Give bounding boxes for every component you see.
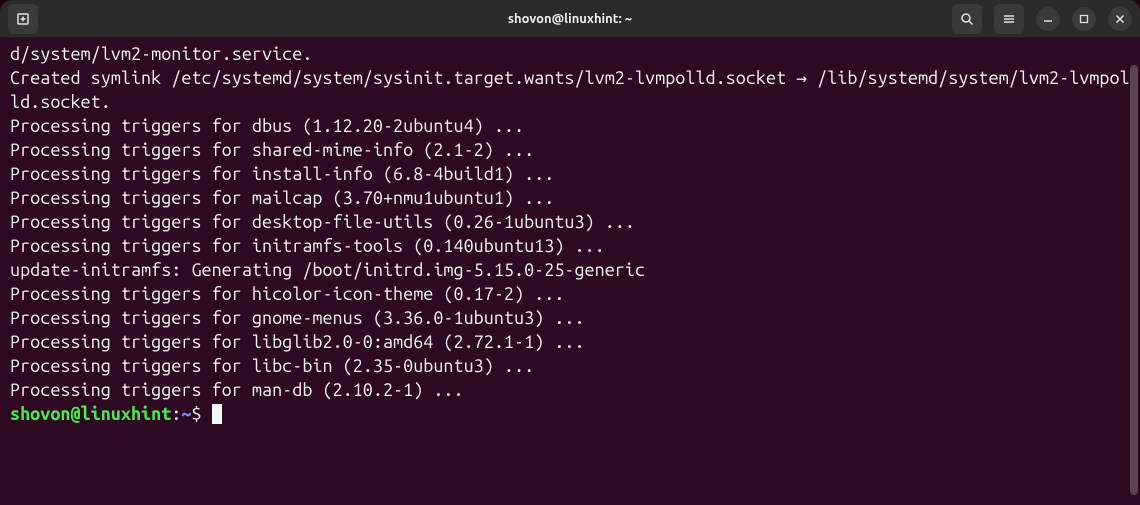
terminal-output[interactable]: d/system/lvm2-monitor.service. Created s… [0, 38, 1140, 505]
prompt-separator: : [171, 404, 181, 424]
new-tab-button[interactable] [8, 4, 38, 34]
maximize-icon [1079, 14, 1089, 24]
terminal-cursor [212, 404, 222, 424]
close-button[interactable] [1108, 7, 1132, 31]
terminal-line: Processing triggers for install-info (6.… [10, 164, 554, 184]
new-tab-icon [15, 11, 31, 27]
titlebar: shovon@linuxhint: ~ [0, 0, 1140, 38]
terminal-line: Processing triggers for initramfs-tools … [10, 236, 605, 256]
terminal-line: Processing triggers for hicolor-icon-the… [10, 284, 564, 304]
terminal-window: shovon@linuxhint: ~ [0, 0, 1140, 505]
titlebar-right [932, 4, 1132, 34]
terminal-line: Processing triggers for mailcap (3.70+nm… [10, 188, 554, 208]
terminal-line: Processing triggers for libc-bin (2.35-0… [10, 356, 534, 376]
minimize-button[interactable] [1036, 7, 1060, 31]
maximize-button[interactable] [1072, 7, 1096, 31]
close-icon [1115, 14, 1125, 24]
terminal-line: Processing triggers for dbus (1.12.20-2u… [10, 116, 524, 136]
minimize-icon [1043, 14, 1053, 24]
terminal-line: Processing triggers for man-db (2.10.2-1… [10, 380, 464, 400]
prompt-path: ~ [181, 404, 191, 424]
scrollbar[interactable] [1128, 78, 1138, 495]
terminal-line: Processing triggers for libglib2.0-0:amd… [10, 332, 585, 352]
terminal-line: Processing triggers for shared-mime-info… [10, 140, 534, 160]
menu-button[interactable] [994, 4, 1024, 34]
prompt-dollar: $ [191, 404, 201, 424]
terminal-line: Processing triggers for gnome-menus (3.3… [10, 308, 585, 328]
terminal-line: Created symlink /etc/systemd/system/sysi… [10, 68, 1130, 112]
terminal-line: Processing triggers for desktop-file-uti… [10, 212, 635, 232]
hamburger-icon [1002, 12, 1016, 26]
search-icon [960, 12, 974, 26]
search-button[interactable] [952, 4, 982, 34]
scrollbar-thumb[interactable] [1130, 65, 1138, 495]
window-title: shovon@linuxhint: ~ [208, 12, 932, 26]
terminal-line: d/system/lvm2-monitor.service. [10, 44, 312, 64]
terminal-line: update-initramfs: Generating /boot/initr… [10, 260, 645, 280]
prompt-user-host: shovon@linuxhint [10, 404, 171, 424]
titlebar-left [8, 4, 208, 34]
